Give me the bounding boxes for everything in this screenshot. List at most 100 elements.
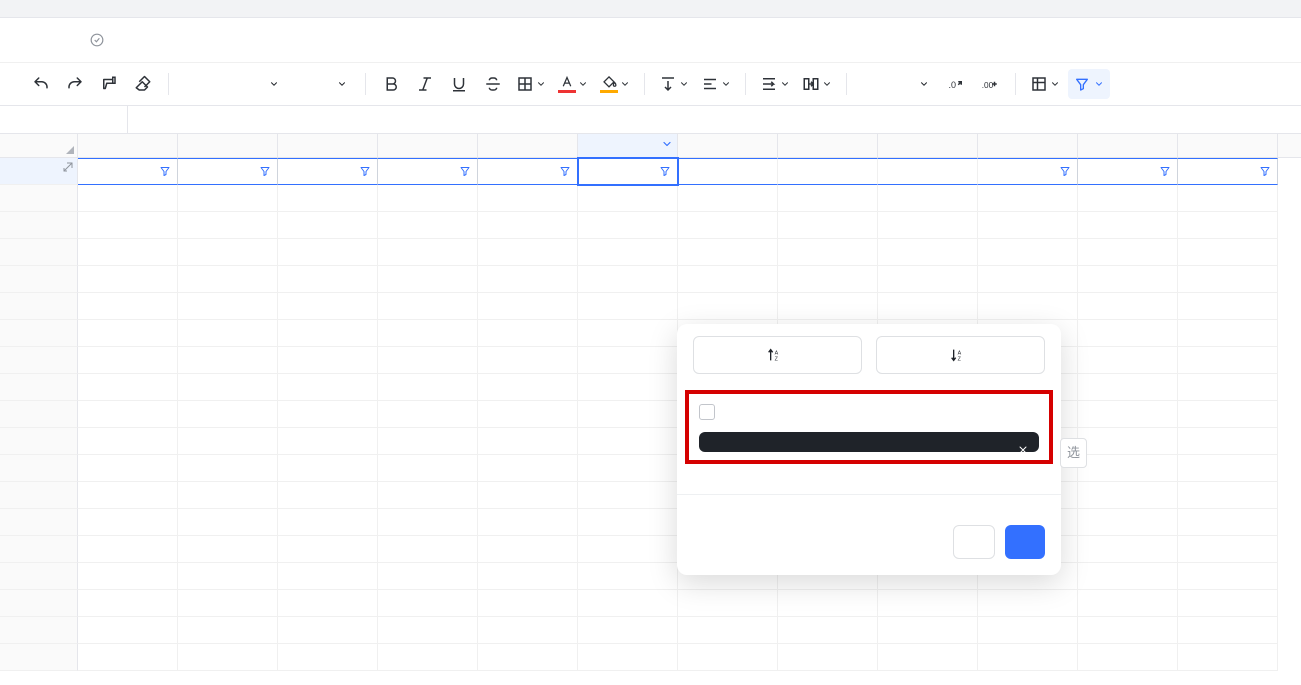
cancel-button[interactable] <box>953 525 995 559</box>
row-header[interactable] <box>0 320 78 347</box>
cell[interactable] <box>1078 374 1178 401</box>
cell[interactable] <box>778 212 878 239</box>
cell[interactable] <box>1178 617 1278 644</box>
cell[interactable] <box>778 266 878 293</box>
cell[interactable] <box>178 617 278 644</box>
cell[interactable] <box>78 617 178 644</box>
cell[interactable] <box>378 563 478 590</box>
row-header[interactable] <box>0 347 78 374</box>
cell[interactable] <box>578 455 678 482</box>
cell[interactable] <box>378 401 478 428</box>
cell[interactable] <box>1078 509 1178 536</box>
cell[interactable] <box>478 617 578 644</box>
cell[interactable] <box>678 239 778 266</box>
cell[interactable] <box>178 428 278 455</box>
cell[interactable] <box>378 536 478 563</box>
cell[interactable] <box>78 563 178 590</box>
cell[interactable] <box>978 617 1078 644</box>
cell[interactable] <box>878 590 978 617</box>
cell[interactable] <box>1178 239 1278 266</box>
cell[interactable] <box>778 185 878 212</box>
cell[interactable] <box>178 374 278 401</box>
cell[interactable] <box>1178 185 1278 212</box>
redo-button[interactable] <box>60 69 90 99</box>
cell[interactable] <box>1078 320 1178 347</box>
cell[interactable] <box>578 212 678 239</box>
cell[interactable] <box>178 590 278 617</box>
cell[interactable] <box>178 266 278 293</box>
cell[interactable] <box>78 239 178 266</box>
cell[interactable] <box>478 563 578 590</box>
cell[interactable] <box>478 428 578 455</box>
cell[interactable] <box>378 347 478 374</box>
cell[interactable] <box>878 239 978 266</box>
select-all-corner[interactable] <box>0 134 78 157</box>
cell[interactable] <box>78 482 178 509</box>
cell[interactable] <box>78 158 178 185</box>
cell[interactable] <box>178 482 278 509</box>
cell[interactable] <box>1078 482 1178 509</box>
text-color-button[interactable] <box>554 69 592 99</box>
column-header[interactable] <box>178 134 278 157</box>
cell[interactable] <box>1078 266 1178 293</box>
row-header[interactable] <box>0 455 78 482</box>
cell[interactable] <box>278 536 378 563</box>
column-header[interactable] <box>478 134 578 157</box>
cell[interactable] <box>278 617 378 644</box>
cell[interactable] <box>1178 266 1278 293</box>
cell[interactable] <box>378 509 478 536</box>
cell-filter-button[interactable] <box>656 162 674 180</box>
cell[interactable] <box>678 212 778 239</box>
cell[interactable] <box>178 158 278 185</box>
halign-button[interactable] <box>697 69 735 99</box>
cell-name-box[interactable] <box>0 106 128 133</box>
sort-asc-button[interactable] <box>693 336 862 374</box>
sort-desc-button[interactable] <box>876 336 1045 374</box>
cell[interactable] <box>278 428 378 455</box>
cell[interactable] <box>978 590 1078 617</box>
cell[interactable] <box>378 212 478 239</box>
cell[interactable] <box>978 212 1078 239</box>
cell[interactable] <box>278 293 378 320</box>
cell[interactable] <box>278 212 378 239</box>
row-header[interactable] <box>0 401 78 428</box>
cell[interactable] <box>1078 617 1178 644</box>
cell-filter-button[interactable] <box>256 162 274 180</box>
cell[interactable] <box>578 347 678 374</box>
cell[interactable] <box>978 239 1078 266</box>
underline-button[interactable] <box>444 69 474 99</box>
cell[interactable] <box>378 590 478 617</box>
cell[interactable] <box>378 455 478 482</box>
cell[interactable] <box>178 455 278 482</box>
decrease-decimal-button[interactable] <box>941 69 971 99</box>
cell[interactable] <box>778 239 878 266</box>
cell[interactable] <box>1078 644 1178 671</box>
cell[interactable] <box>878 644 978 671</box>
row-header[interactable] <box>0 590 78 617</box>
cell[interactable] <box>778 158 878 185</box>
bold-button[interactable] <box>376 69 406 99</box>
cell[interactable] <box>578 374 678 401</box>
cell-filter-button[interactable] <box>556 162 574 180</box>
cell[interactable] <box>978 266 1078 293</box>
expand-icon[interactable] <box>62 161 74 176</box>
font-size-select[interactable] <box>293 69 355 99</box>
filter-button[interactable] <box>1068 69 1110 99</box>
cell[interactable] <box>78 455 178 482</box>
cell[interactable] <box>78 509 178 536</box>
cell[interactable] <box>1178 590 1278 617</box>
cell[interactable] <box>578 428 678 455</box>
cell[interactable] <box>278 239 378 266</box>
cell[interactable] <box>178 293 278 320</box>
cell[interactable] <box>378 185 478 212</box>
column-header[interactable] <box>378 134 478 157</box>
cell[interactable] <box>1078 347 1178 374</box>
cell[interactable] <box>478 212 578 239</box>
cell[interactable] <box>878 266 978 293</box>
cell[interactable] <box>178 563 278 590</box>
cell[interactable] <box>1178 509 1278 536</box>
row-header[interactable] <box>0 482 78 509</box>
row-header[interactable] <box>0 158 78 185</box>
cell[interactable] <box>78 644 178 671</box>
cell-filter-button[interactable] <box>1256 162 1274 180</box>
